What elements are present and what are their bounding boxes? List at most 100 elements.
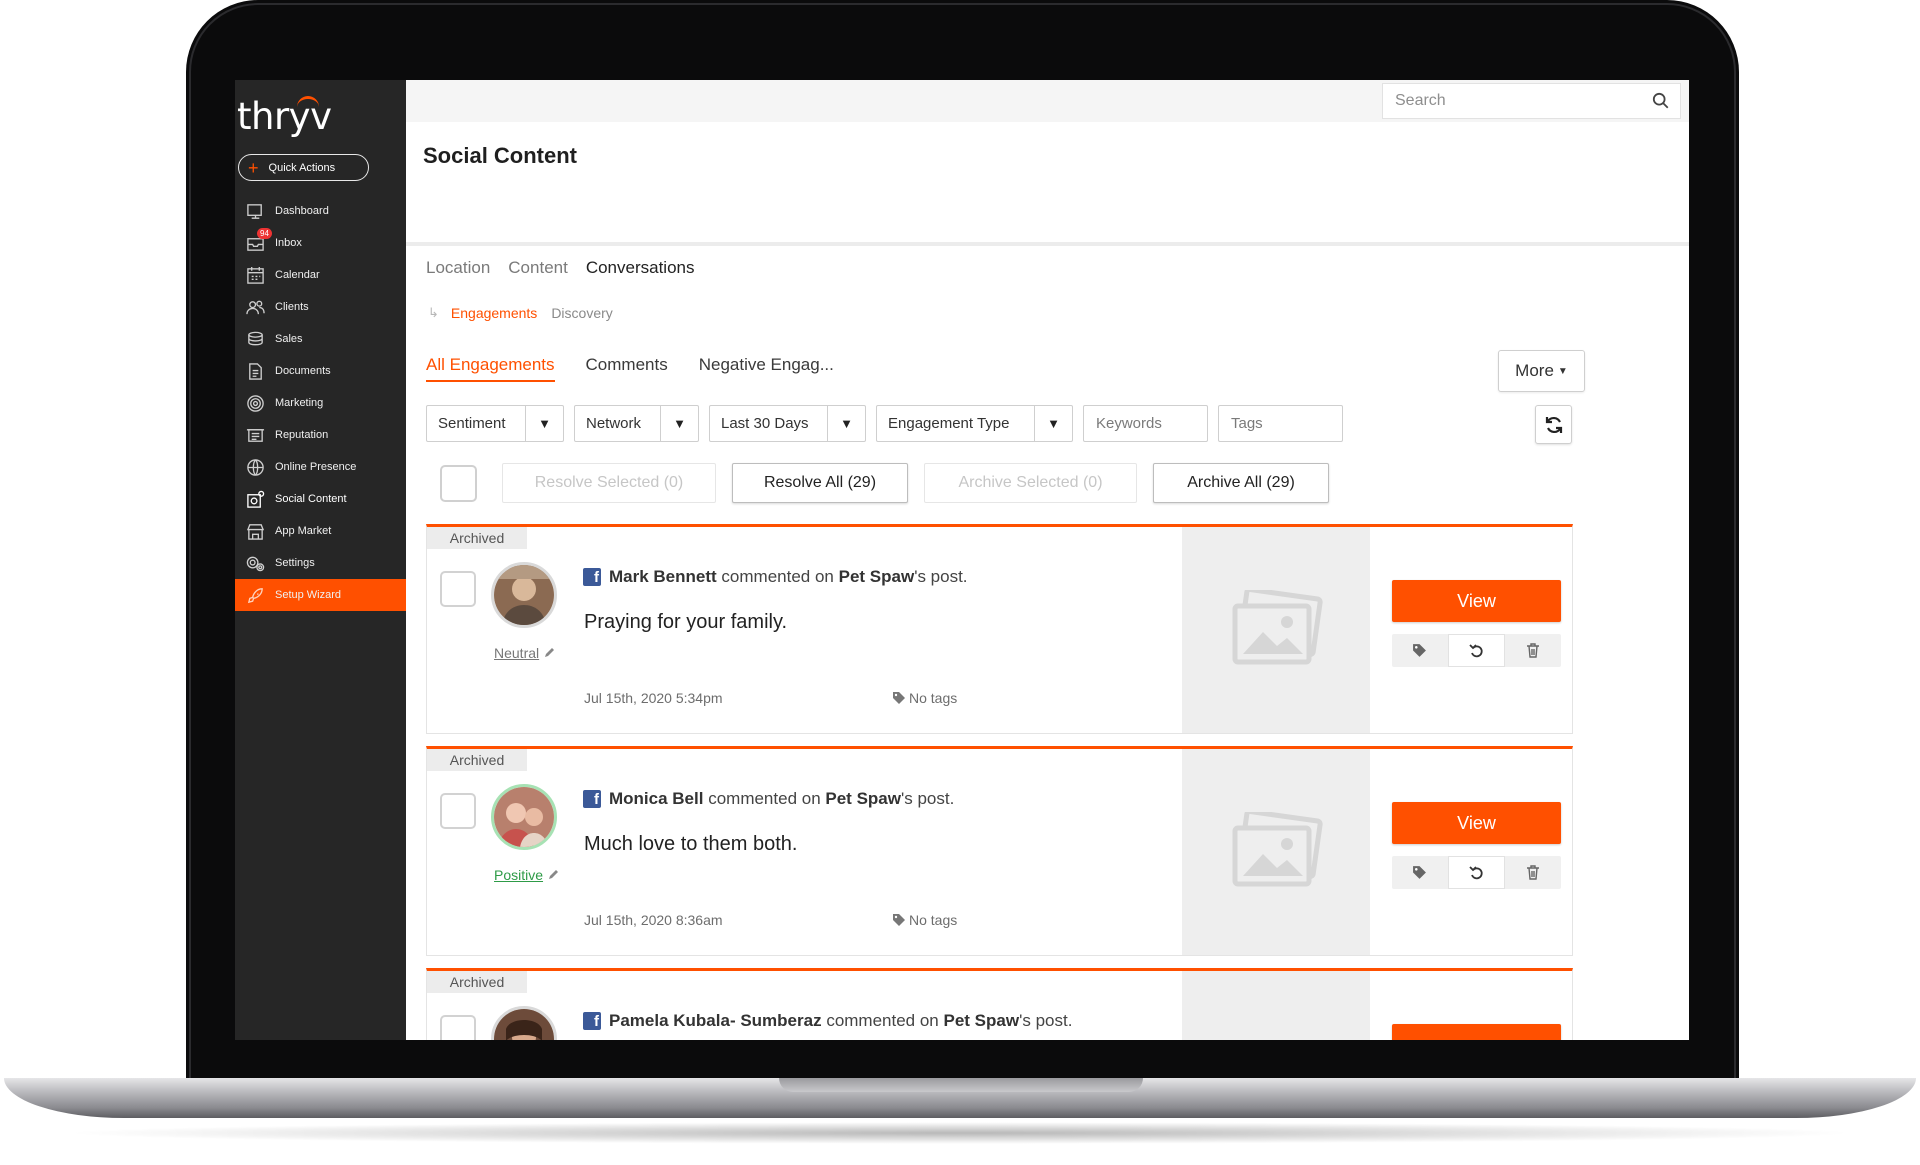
search-icon[interactable]	[1652, 92, 1670, 110]
page-name[interactable]: Pet Spaw	[825, 789, 901, 809]
tag-icon	[1413, 866, 1427, 879]
tab-conversations[interactable]: Conversations	[586, 258, 695, 278]
tags-info: No tags	[892, 912, 957, 928]
sentiment-label[interactable]: Neutral	[494, 645, 555, 661]
sidebar-item-reputation[interactable]: Reputation	[235, 419, 406, 451]
title-divider	[406, 242, 1689, 246]
more-button[interactable]: More ▼	[1498, 350, 1585, 392]
social-content-icon	[245, 490, 265, 508]
sidebar-item-documents[interactable]: Documents	[235, 355, 406, 387]
refresh-button[interactable]	[1535, 405, 1572, 444]
engagement-headline: f Pamela Kubala- Sumberaz commented on P…	[583, 1011, 1072, 1031]
dropdown-arrow-icon[interactable]: ▼	[827, 406, 865, 441]
page-name[interactable]: Pet Spaw	[839, 567, 915, 587]
sidebar-item-inbox[interactable]: 94 Inbox	[235, 227, 406, 259]
sidebar-item-dashboard[interactable]: Dashboard	[235, 195, 406, 227]
sentiment-select[interactable]: Sentiment ▼	[426, 405, 564, 442]
dropdown-arrow-icon[interactable]: ▼	[525, 406, 563, 441]
undo-icon	[1468, 643, 1483, 657]
view-button[interactable]: View	[1392, 580, 1561, 622]
tab-content[interactable]: Content	[508, 258, 568, 278]
sidebar-item-label: Documents	[275, 365, 331, 377]
status-badge: Archived	[427, 749, 527, 771]
tab-all-engagements[interactable]: All Engagements	[426, 355, 555, 382]
timestamp: Jul 15th, 2020 8:36am	[584, 912, 723, 928]
action-text: commented on	[826, 1011, 939, 1030]
view-button[interactable]	[1392, 1024, 1561, 1040]
delete-button[interactable]	[1505, 856, 1561, 889]
delete-button[interactable]	[1505, 634, 1561, 667]
laptop-notch	[779, 1078, 1143, 1092]
engagement-type-select[interactable]: Engagement Type ▼	[876, 405, 1073, 442]
image-placeholder-icon	[1232, 590, 1323, 665]
sidebar-item-marketing[interactable]: Marketing	[235, 387, 406, 419]
sidebar-item-setup-wizard[interactable]: Setup Wizard	[235, 579, 406, 611]
sentiment-label[interactable]: Positive	[494, 867, 559, 883]
pencil-icon[interactable]	[547, 869, 559, 881]
view-button[interactable]: View	[1392, 802, 1561, 844]
more-label: More	[1515, 361, 1554, 380]
date-range-select[interactable]: Last 30 Days ▼	[709, 405, 866, 442]
archive-selected-button[interactable]: Archive Selected (0)	[924, 463, 1137, 503]
tab-location[interactable]: Location	[426, 258, 490, 278]
resolve-selected-button[interactable]: Resolve Selected (0)	[502, 463, 716, 503]
restore-button[interactable]	[1447, 634, 1506, 667]
secondary-tabs: ↳ Engagements Discovery	[428, 305, 613, 321]
tab-negative-engagements[interactable]: Negative Engag...	[699, 355, 834, 382]
tag-button[interactable]	[1392, 634, 1448, 667]
row-checkbox[interactable]	[440, 1015, 476, 1040]
subtab-discovery[interactable]: Discovery	[551, 305, 612, 321]
author-name[interactable]: Monica Bell	[609, 789, 703, 809]
tags-value: No tags	[909, 690, 958, 706]
avatar	[491, 562, 557, 628]
top-bar	[406, 80, 1689, 122]
resolve-all-button[interactable]: Resolve All (29)	[732, 463, 908, 503]
primary-tabs: Location Content Conversations	[426, 258, 695, 278]
keywords-input[interactable]	[1083, 405, 1208, 442]
sidebar-item-label: Marketing	[275, 397, 324, 409]
subtab-engagements[interactable]: Engagements	[451, 305, 537, 321]
engagement-headline: f Mark Bennett commented on Pet Spaw's p…	[583, 567, 968, 587]
tags-info: No tags	[892, 690, 957, 706]
page-name[interactable]: Pet Spaw	[944, 1011, 1020, 1031]
tab-comments[interactable]: Comments	[586, 355, 668, 382]
select-all-checkbox[interactable]	[440, 464, 477, 502]
action-text: commented on	[721, 567, 834, 586]
sentiment-value: Neutral	[494, 645, 540, 661]
tag-icon	[893, 692, 905, 704]
dashboard-icon	[245, 202, 265, 220]
row-checkbox[interactable]	[440, 793, 476, 829]
sidebar-item-settings[interactable]: Settings	[235, 547, 406, 579]
author-name[interactable]: Pamela Kubala- Sumberaz	[609, 1011, 822, 1031]
restore-button[interactable]	[1447, 856, 1506, 889]
sidebar-item-label: Sales	[275, 333, 303, 345]
pencil-icon[interactable]	[543, 647, 555, 659]
engagement-card: Archived Neutral f Mark Bennett commente…	[426, 524, 1573, 734]
documents-icon	[245, 362, 265, 380]
sales-icon	[245, 330, 265, 348]
row-checkbox[interactable]	[440, 571, 476, 607]
sidebar-item-label: Settings	[275, 557, 315, 569]
sidebar-item-online-presence[interactable]: Online Presence	[235, 451, 406, 483]
settings-icon	[245, 554, 265, 572]
comment-text: Praying for your family.	[584, 611, 788, 633]
network-select[interactable]: Network ▼	[574, 405, 699, 442]
caret-down-icon: ▼	[1557, 365, 1568, 377]
search-input[interactable]	[1395, 92, 1635, 110]
undo-icon	[1468, 865, 1483, 879]
sidebar-item-sales[interactable]: Sales	[235, 323, 406, 355]
tags-input[interactable]	[1218, 405, 1343, 442]
author-name[interactable]: Mark Bennett	[609, 567, 717, 587]
sidebar-item-calendar[interactable]: Calendar	[235, 259, 406, 291]
date-range-select-value: Last 30 Days	[721, 415, 809, 432]
dropdown-arrow-icon[interactable]: ▼	[1034, 406, 1072, 441]
sidebar-item-app-market[interactable]: App Market	[235, 515, 406, 547]
sidebar-item-social-content[interactable]: Social Content	[235, 483, 406, 515]
engagement-headline: f Monica Bell commented on Pet Spaw's po…	[583, 789, 954, 809]
tag-button[interactable]	[1392, 856, 1448, 889]
quick-actions-button[interactable]: + Quick Actions	[238, 154, 369, 181]
sidebar-item-clients[interactable]: Clients	[235, 291, 406, 323]
archive-all-button[interactable]: Archive All (29)	[1153, 463, 1329, 503]
search-box[interactable]	[1382, 83, 1681, 119]
dropdown-arrow-icon[interactable]: ▼	[660, 406, 698, 441]
